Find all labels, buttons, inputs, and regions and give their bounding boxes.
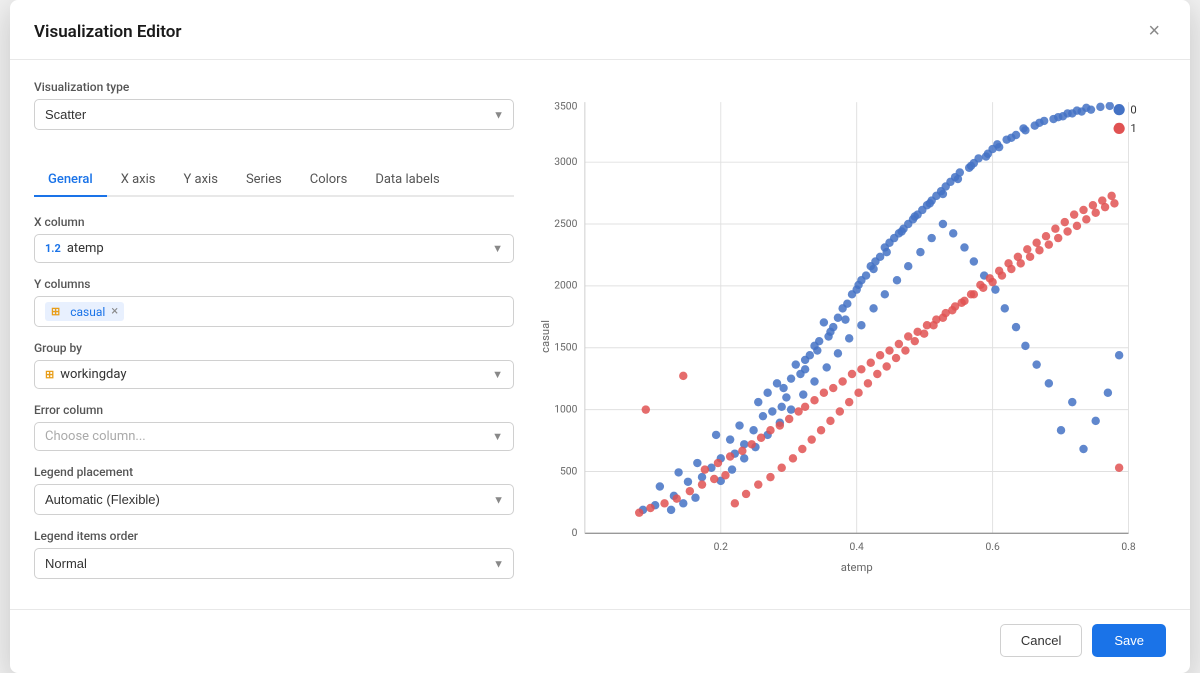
group-by-select-wrapper: ⊞ workingday ▼ [34,360,514,389]
tab-xaxis[interactable]: X axis [107,164,170,197]
svg-text:3000: 3000 [554,155,577,168]
svg-text:casual: casual [539,320,552,353]
x-column-value: atemp [67,241,492,256]
legend-placement-select-wrapper: Automatic (Flexible) Top Bottom Left Rig… [34,484,514,515]
group-by-section: Group by ⊞ workingday ▼ [34,341,514,389]
group-by-value: workingday [60,367,492,382]
svg-text:3500: 3500 [554,100,577,113]
dialog-title: Visualization Editor [34,22,182,42]
chart-area: 0 1 casual atemp [538,80,1166,593]
svg-text:atemp: atemp [841,561,873,574]
close-button[interactable]: × [1142,18,1166,45]
tag-remove-icon[interactable]: × [111,304,118,319]
dialog-header: Visualization Editor × [10,0,1190,60]
svg-text:2500: 2500 [554,217,577,230]
legend-items-order-select[interactable]: Normal Reversed [34,548,514,579]
svg-text:2000: 2000 [554,279,577,292]
x-column-field[interactable]: 1.2 atemp ▼ [34,234,514,263]
legend-placement-label: Legend placement [34,465,514,479]
legend-placement-section: Legend placement Automatic (Flexible) To… [34,465,514,515]
viz-type-select-wrapper: Scatter Bar Line ▼ [34,99,514,130]
x-column-type-icon: 1.2 [45,242,61,255]
svg-text:0.6: 0.6 [985,540,1000,553]
tag-label: casual [70,305,105,319]
svg-text:0: 0 [572,526,578,539]
x-column-select-wrapper: 1.2 atemp ▼ [34,234,514,263]
svg-text:500: 500 [560,464,578,477]
viz-type-select[interactable]: Scatter Bar Line [34,99,514,130]
svg-text:1500: 1500 [554,341,577,354]
svg-text:0.4: 0.4 [850,540,865,553]
legend-items-order-section: Legend items order Normal Reversed ▼ [34,529,514,579]
visualization-editor-dialog: Visualization Editor × Visualization typ… [10,0,1190,673]
y-columns-label: Y columns [34,277,514,291]
tab-datalabels[interactable]: Data labels [361,164,453,197]
group-by-type-icon: ⊞ [45,368,54,381]
svg-text:0.2: 0.2 [714,540,729,553]
dialog-body: Visualization type Scatter Bar Line ▼ Ge… [10,60,1190,609]
svg-text:0.8: 0.8 [1121,540,1136,553]
x-column-chevron-icon: ▼ [492,242,503,255]
tag-type-icon: ⊞ [51,305,60,318]
save-button[interactable]: Save [1092,624,1166,657]
viz-type-section: Visualization type Scatter Bar Line ▼ [34,80,514,130]
legend-placement-select[interactable]: Automatic (Flexible) Top Bottom Left Rig… [34,484,514,515]
x-column-label: X column [34,215,514,229]
error-column-section: Error column Choose column... ▼ [34,403,514,451]
svg-text:1: 1 [1130,122,1136,135]
error-column-placeholder: Choose column... [45,429,146,444]
error-column-select-wrapper: Choose column... ▼ [34,422,514,451]
scatter-series-1 [635,192,1123,517]
group-by-field[interactable]: ⊞ workingday ▼ [34,360,514,389]
left-panel: Visualization type Scatter Bar Line ▼ Ge… [34,80,514,593]
group-by-label: Group by [34,341,514,355]
y-columns-field[interactable]: ⊞ casual × [34,296,514,327]
legend-items-order-label: Legend items order [34,529,514,543]
group-by-chevron-icon: ▼ [492,368,503,381]
viz-type-label: Visualization type [34,80,514,94]
y-column-tag-casual: ⊞ casual × [45,302,124,321]
error-column-label: Error column [34,403,514,417]
dialog-footer: Cancel Save [10,609,1190,673]
cancel-button[interactable]: Cancel [1000,624,1082,657]
scatter-chart: 0 1 casual atemp [538,80,1166,593]
scatter-series-0 [639,102,1124,514]
svg-text:1000: 1000 [554,402,577,415]
svg-text:0: 0 [1130,103,1136,116]
tabs-row: General X axis Y axis Series Colors Data… [34,164,514,197]
tab-general[interactable]: General [34,164,107,197]
right-panel: 0 1 casual atemp [538,80,1166,593]
y-columns-section: Y columns ⊞ casual × [34,277,514,327]
tab-colors[interactable]: Colors [296,164,362,197]
x-column-section: X column 1.2 atemp ▼ [34,215,514,263]
legend-items-order-select-wrapper: Normal Reversed ▼ [34,548,514,579]
tab-series[interactable]: Series [232,164,296,197]
tab-yaxis[interactable]: Y axis [170,164,232,197]
error-column-field[interactable]: Choose column... ▼ [34,422,514,451]
error-column-chevron-icon: ▼ [492,430,503,443]
